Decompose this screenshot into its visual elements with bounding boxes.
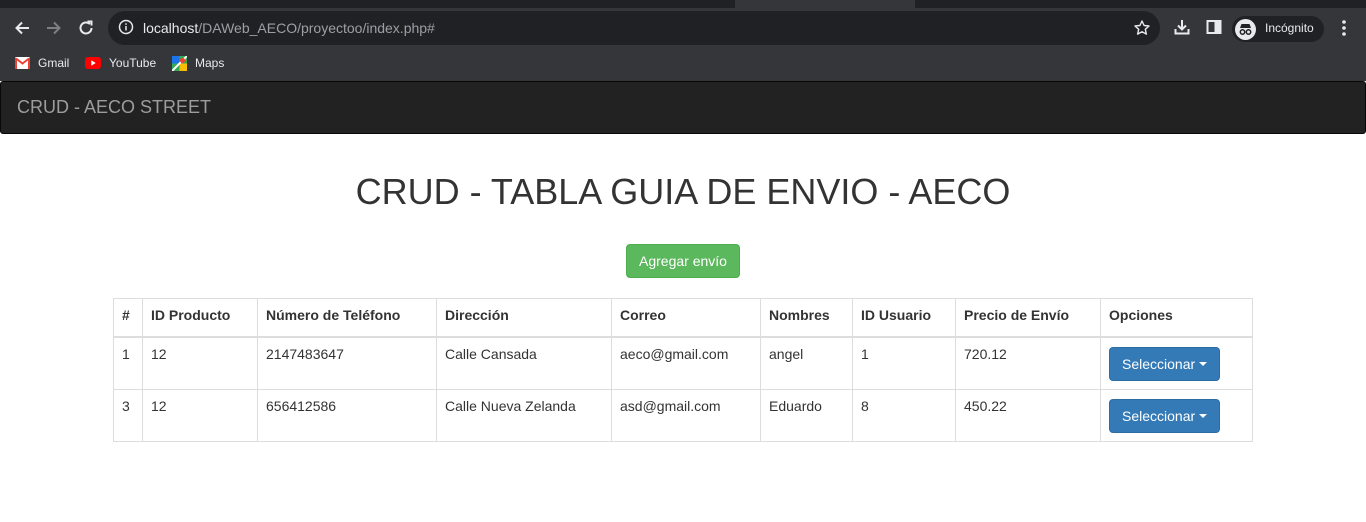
forward-button[interactable] [40,14,68,42]
add-shipment-button[interactable]: Agregar envío [626,244,740,278]
bookmark-label: Maps [195,56,225,70]
cell-opciones: Seleccionar [1100,389,1253,442]
forward-arrow-icon [47,21,61,35]
table-row: 3 12 656412586 Calle Nueva Zelanda asd@g… [113,389,1253,442]
cell-precio: 720.12 [955,336,1101,390]
cell-id-producto: 12 [142,336,258,390]
cell-telefono: 2147483647 [257,336,437,390]
shipments-table: # ID Producto Número de Teléfono Direcci… [113,298,1253,442]
download-icon[interactable] [1173,18,1191,36]
reload-button[interactable] [72,14,100,42]
column-header: Dirección [436,298,612,338]
cell-correo: aeco@gmail.com [611,336,761,390]
back-arrow-icon [15,21,29,35]
bookmark-label: Gmail [38,56,70,70]
incognito-profile-button[interactable]: Incógnito [1232,16,1324,42]
caret-down-icon [1199,414,1208,418]
table-row: 1 12 2147483647 Calle Cansada aeco@gmail… [113,336,1253,390]
cell-num: 1 [113,336,143,390]
maps-icon [172,55,187,71]
info-icon[interactable] [118,19,134,35]
side-panel-icon[interactable] [1205,18,1223,36]
bookmark-youtube[interactable]: YouTube [85,54,156,72]
cell-direccion: Calle Cansada [436,336,612,390]
column-header: Opciones [1100,298,1253,338]
cell-correo: asd@gmail.com [611,389,761,442]
cell-nombres: Eduardo [760,389,853,442]
cell-nombres: angel [760,336,853,390]
cell-direccion: Calle Nueva Zelanda [436,389,612,442]
select-button-label: Seleccionar [1122,356,1196,372]
browser-chrome: localhost/DAWeb_AECO/proyectoo/index.php… [0,0,1366,81]
cell-id-usuario: 8 [852,389,956,442]
bookmark-star-icon[interactable] [1133,19,1151,37]
cell-num: 3 [113,389,143,442]
url-path: /DAWeb_AECO/proyectoo/index.php# [198,20,435,36]
address-bar[interactable]: localhost/DAWeb_AECO/proyectoo/index.php… [108,11,1160,45]
url-host: localhost [143,20,199,36]
bookmarks-bar: Gmail YouTube Maps [0,50,1366,76]
reload-icon [79,20,93,35]
column-header: Nombres [760,298,853,338]
back-button[interactable] [8,14,36,42]
tab-strip [0,0,735,8]
top-navbar: CRUD - AECO STREET [0,81,1366,134]
caret-down-icon [1199,362,1208,366]
page-title: CRUD - TABLA GUIA DE ENVIO - AECO [355,171,1011,212]
youtube-icon [85,57,101,69]
bookmark-maps[interactable]: Maps [172,54,224,72]
bookmark-gmail[interactable]: Gmail [15,54,69,72]
browser-toolbar: localhost/DAWeb_AECO/proyectoo/index.php… [0,8,1366,48]
column-header: Correo [611,298,761,338]
column-header: Número de Teléfono [257,298,437,338]
more-menu-icon[interactable] [1338,19,1350,37]
bookmark-label: YouTube [109,56,157,70]
incognito-label: Incógnito [1265,21,1314,35]
tab-strip [915,0,1366,8]
cell-precio: 450.22 [955,389,1101,442]
select-button-label: Seleccionar [1122,408,1196,424]
cell-id-producto: 12 [142,389,258,442]
incognito-icon [1235,19,1256,40]
url-text[interactable]: localhost/DAWeb_AECO/proyectoo/index.php… [143,20,435,36]
cell-opciones: Seleccionar [1100,336,1253,390]
gmail-icon [15,57,30,69]
select-dropdown-button[interactable]: Seleccionar [1109,347,1221,381]
cell-telefono: 656412586 [257,389,437,442]
navbar-brand[interactable]: CRUD - AECO STREET [17,97,211,118]
column-header: ID Usuario [852,298,956,338]
select-dropdown-button[interactable]: Seleccionar [1109,399,1221,433]
table-header-row: # ID Producto Número de Teléfono Direcci… [113,298,1253,338]
column-header: Precio de Envío [955,298,1101,338]
column-header: # [113,298,143,338]
column-header: ID Producto [142,298,258,338]
cell-id-usuario: 1 [852,336,956,390]
